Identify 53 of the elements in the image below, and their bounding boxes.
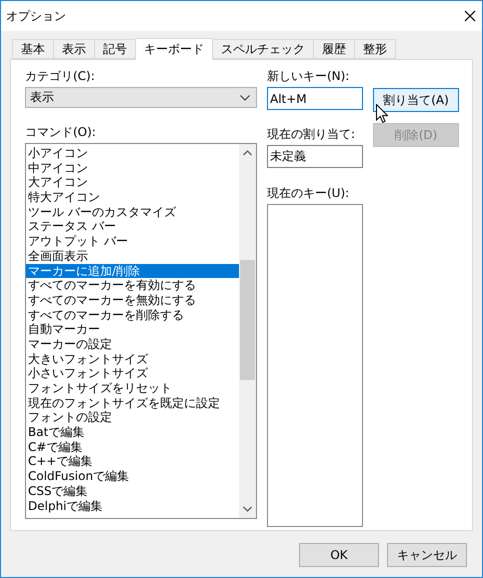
- command-item[interactable]: CSSで編集: [26, 484, 239, 498]
- tab[interactable]: 表示: [53, 39, 95, 59]
- commands-label: コマンド(O):: [25, 125, 97, 139]
- command-item[interactable]: 大アイコン: [26, 175, 239, 190]
- tab[interactable]: 基本: [12, 39, 54, 59]
- cancel-button[interactable]: キャンセル: [387, 543, 467, 567]
- command-item[interactable]: Batで編集: [26, 425, 239, 440]
- tab[interactable]: スペルチェック: [212, 39, 314, 59]
- current-assignment-label: 現在の割り当て:: [267, 127, 356, 141]
- command-item[interactable]: マーカーの設定: [26, 336, 239, 352]
- chevron-down-icon: [240, 94, 250, 100]
- command-item[interactable]: ステータス バー: [26, 219, 239, 234]
- scrollbar[interactable]: [239, 144, 256, 518]
- command-item[interactable]: 中アイコン: [26, 160, 239, 176]
- tab[interactable]: キーボード: [135, 38, 213, 60]
- command-item[interactable]: アウトプット バー: [26, 234, 239, 249]
- command-item[interactable]: マーカーに追加/削除: [26, 264, 239, 278]
- command-item[interactable]: フォントの設定: [26, 410, 239, 426]
- assign-button[interactable]: 割り当て(A): [373, 88, 459, 112]
- command-item[interactable]: C#で編集: [26, 440, 239, 454]
- command-item[interactable]: 現在のフォントサイズを既定に設定: [26, 396, 239, 410]
- command-item[interactable]: 特大アイコン: [26, 190, 239, 205]
- close-icon[interactable]: [464, 10, 476, 22]
- command-item[interactable]: ColdFusionで編集: [26, 469, 239, 484]
- command-item[interactable]: Delphiで編集: [26, 498, 239, 514]
- tab[interactable]: 整形: [354, 39, 396, 59]
- category-label: カテゴリ(C):: [25, 69, 96, 83]
- scroll-thumb[interactable]: [240, 260, 255, 380]
- ok-button[interactable]: OK: [299, 543, 379, 567]
- command-item[interactable]: 大きいフォントサイズ: [26, 352, 239, 366]
- category-dropdown[interactable]: 表示: [25, 87, 257, 108]
- tab[interactable]: 履歴: [313, 39, 355, 59]
- command-item[interactable]: 小アイコン: [26, 146, 239, 161]
- current-keys-label: 現在のキー(U):: [267, 186, 350, 200]
- scroll-down-icon[interactable]: [243, 506, 252, 512]
- command-item[interactable]: すべてのマーカーを削除する: [26, 308, 239, 322]
- command-item[interactable]: すべてのマーカーを有効にする: [26, 278, 239, 293]
- command-item[interactable]: 自動マーカー: [26, 322, 239, 337]
- scroll-up-icon[interactable]: [243, 150, 252, 156]
- command-item[interactable]: C++で編集: [26, 454, 239, 470]
- command-list[interactable]: [25, 143, 257, 519]
- new-key-field[interactable]: Alt+M: [267, 87, 363, 110]
- current-keys-list[interactable]: [267, 204, 363, 527]
- tab[interactable]: 記号: [94, 39, 136, 59]
- command-item[interactable]: すべてのマーカーを無効にする: [26, 292, 239, 308]
- new-key-label: 新しいキー(N):: [267, 69, 350, 83]
- command-item[interactable]: 小さいフォントサイズ: [26, 366, 239, 381]
- command-item[interactable]: 全画面表示: [26, 248, 239, 264]
- current-assignment-field[interactable]: 未定義: [267, 145, 363, 168]
- window-title: オプション: [6, 8, 66, 24]
- command-item[interactable]: フォントサイズをリセット: [26, 381, 239, 396]
- mouse-pointer-icon: [376, 104, 388, 123]
- command-item[interactable]: ツール バーのカスタマイズ: [26, 204, 239, 220]
